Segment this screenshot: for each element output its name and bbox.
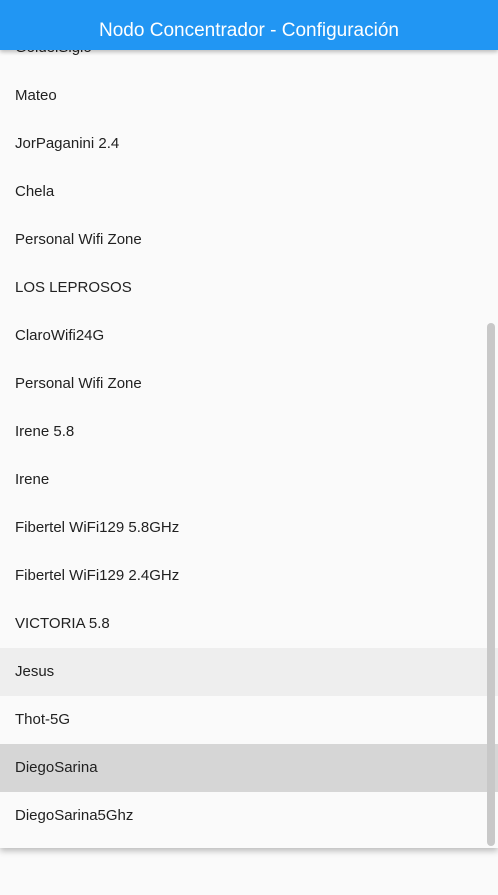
wifi-network-item[interactable]: Thot-5G — [0, 696, 498, 744]
wifi-network-dropdown-menu: GoldelSiglo Mateo JorPaganini 2.4 Chela … — [0, 0, 498, 848]
wifi-network-item[interactable]: Irene — [0, 456, 498, 504]
wifi-network-item-selected[interactable]: DiegoSarina — [0, 744, 498, 792]
wifi-network-item-hovered[interactable]: Jesus — [0, 648, 498, 696]
list-scrollbar[interactable] — [487, 323, 495, 846]
wifi-network-item[interactable]: LOS LEPROSOS — [0, 264, 498, 312]
wifi-network-item[interactable]: Fibertel WiFi129 5.8GHz — [0, 504, 498, 552]
page-background — [0, 848, 498, 895]
wifi-network-item[interactable]: Personal Wifi Zone — [0, 216, 498, 264]
wifi-network-item[interactable]: ClaroWifi24G — [0, 312, 498, 360]
wifi-network-list: GoldelSiglo Mateo JorPaganini 2.4 Chela … — [0, 24, 498, 840]
app-bar: Nodo Concentrador - Configuración — [0, 0, 498, 50]
wifi-network-item[interactable]: Personal Wifi Zone — [0, 360, 498, 408]
app-bar-title: Nodo Concentrador - Configuración — [99, 20, 399, 41]
wifi-network-item[interactable]: Irene 5.8 — [0, 408, 498, 456]
wifi-network-item[interactable]: Chela — [0, 168, 498, 216]
wifi-network-item[interactable]: JorPaganini 2.4 — [0, 120, 498, 168]
wifi-network-item[interactable]: Mateo — [0, 72, 498, 120]
wifi-network-item[interactable]: Fibertel WiFi129 2.4GHz — [0, 552, 498, 600]
wifi-network-item[interactable]: VICTORIA 5.8 — [0, 600, 498, 648]
wifi-network-item[interactable]: DiegoSarina5Ghz — [0, 792, 498, 840]
